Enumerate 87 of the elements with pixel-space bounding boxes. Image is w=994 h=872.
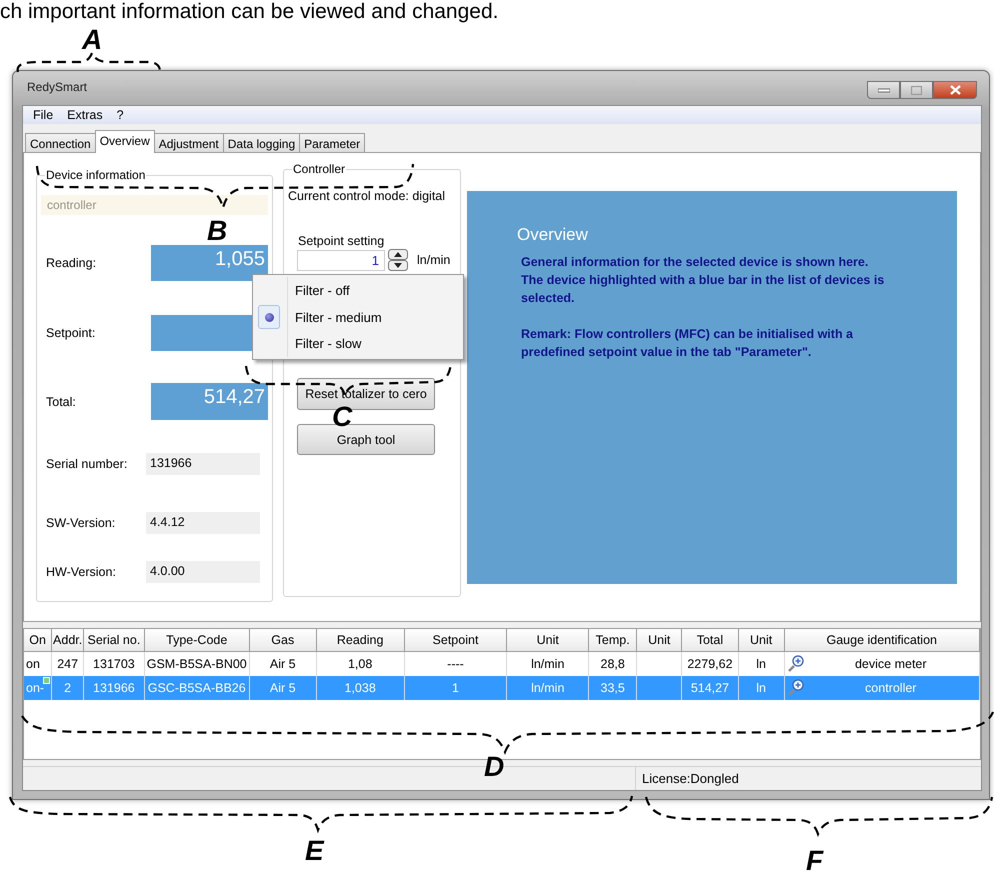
column-header[interactable]: Setpoint — [404, 629, 507, 652]
group-title: Device information — [45, 168, 146, 182]
table-cell-text: controller — [864, 681, 918, 695]
column-header[interactable]: Total — [682, 629, 738, 652]
tab[interactable]: Adjustment — [154, 133, 224, 153]
tab[interactable]: Connection — [25, 133, 96, 153]
value-field: 514,27 — [151, 383, 268, 420]
panel-title: Overview — [517, 225, 589, 245]
field-label: Serial number: — [45, 457, 128, 471]
table-cell: ln/min — [531, 681, 564, 695]
table-cell: 131703 — [93, 657, 135, 671]
callout-letter: D — [484, 752, 504, 782]
menu-item[interactable]: ? — [116, 108, 124, 122]
table-cell: on — [26, 657, 40, 671]
table-cell-text: device meter — [854, 657, 928, 671]
field-label: Setpoint setting — [298, 234, 386, 248]
table-cell: ln — [756, 681, 766, 695]
info-text: The device highlighted with a blue bar in the list of devices is selected. — [521, 272, 886, 307]
zoom-in-icon[interactable] — [786, 655, 805, 673]
column-header[interactable]: Unit — [506, 629, 589, 652]
table-cell: 1,08 — [348, 657, 372, 671]
column-header[interactable]: Unit — [636, 629, 682, 652]
table-cell: Air 5 — [270, 681, 296, 695]
field-label: Total: — [45, 394, 76, 408]
menu-option[interactable]: Filter - slow — [253, 330, 463, 358]
minimize-button[interactable] — [867, 81, 900, 99]
value-field: 1,055 — [151, 245, 268, 281]
info-text: Remark: Flow controllers (MFC) can be initialised with a predefined setpoint value in the tab "Parameter". — [521, 326, 854, 361]
table-cell: GSC-B5SA-BB26 — [148, 681, 246, 695]
field-label: Reading: — [45, 256, 96, 270]
table-cell: on- — [26, 681, 44, 695]
unit-label: ln/min — [417, 253, 450, 267]
tab[interactable]: Overview — [94, 130, 155, 153]
control-mode-text: Current control mode: digital — [288, 189, 446, 203]
caption-text: ch important information can be viewed and changed. — [0, 0, 498, 24]
close-icon — [950, 85, 960, 95]
device-name-field: controller — [41, 195, 268, 215]
menu-item[interactable]: File — [33, 108, 54, 122]
field-label: SW-Version: — [45, 516, 116, 530]
callout-letter: A — [82, 25, 102, 55]
minimize-icon — [878, 88, 890, 92]
value-field: 4.0.00 — [146, 561, 260, 583]
column-header[interactable]: On — [24, 629, 52, 652]
close-button[interactable] — [933, 81, 977, 99]
window-title: RedySmart — [27, 80, 88, 94]
maximize-icon — [911, 86, 922, 94]
zoom-in-icon[interactable] — [786, 679, 805, 697]
tab[interactable]: Data logging — [222, 133, 300, 153]
table-cell: 131966 — [93, 681, 135, 695]
table-cell: 2 — [64, 681, 72, 695]
column-header[interactable]: Type-Code — [144, 629, 250, 652]
column-header[interactable]: Temp. — [588, 629, 637, 652]
callout-letter: B — [207, 216, 228, 246]
table-cell: 28,8 — [600, 657, 625, 671]
table-cell: GSM-B5SA-BN00 — [146, 657, 247, 671]
menu-option[interactable]: Filter - medium — [253, 304, 463, 330]
tab[interactable]: Parameter — [299, 133, 366, 153]
table-cell: ---- — [447, 657, 464, 671]
maximize-button[interactable] — [900, 81, 933, 99]
radio-indicator — [258, 305, 280, 329]
callout-letter: F — [806, 846, 824, 872]
table-cell: 33,5 — [600, 681, 625, 695]
column-header[interactable]: Addr. — [52, 629, 84, 652]
info-text: General information for the selected device is shown here. — [521, 254, 870, 271]
table-cell: 1 — [452, 681, 459, 695]
table-cell: 514,27 — [690, 681, 730, 695]
field-label: Setpoint: — [45, 326, 96, 340]
callout-letter: E — [305, 836, 324, 866]
table-cell: 2279,62 — [687, 657, 733, 671]
value-field: 131966 — [146, 453, 260, 475]
column-header[interactable]: Serial no. — [84, 629, 144, 652]
group-title: Controller — [292, 162, 346, 176]
setpoint-input[interactable]: 1 — [297, 250, 385, 270]
menu-item[interactable]: Extras — [67, 108, 103, 122]
column-header[interactable]: Gauge identification — [784, 629, 980, 652]
table-cell: ln — [756, 657, 766, 671]
column-header[interactable]: Gas — [249, 629, 316, 652]
spinner-icon[interactable] — [388, 249, 408, 271]
table-cell: ln/min — [531, 657, 564, 671]
column-header[interactable]: Unit — [738, 629, 784, 652]
column-header[interactable]: Reading — [316, 629, 404, 652]
table-cell: 1,038 — [344, 681, 376, 695]
value-field: 4.4.12 — [146, 512, 260, 534]
table-cell: Air 5 — [270, 657, 296, 671]
field-label: HW-Version: — [45, 565, 116, 579]
table-cell: 247 — [57, 657, 78, 671]
status-text: License:Dongled — [641, 770, 740, 788]
